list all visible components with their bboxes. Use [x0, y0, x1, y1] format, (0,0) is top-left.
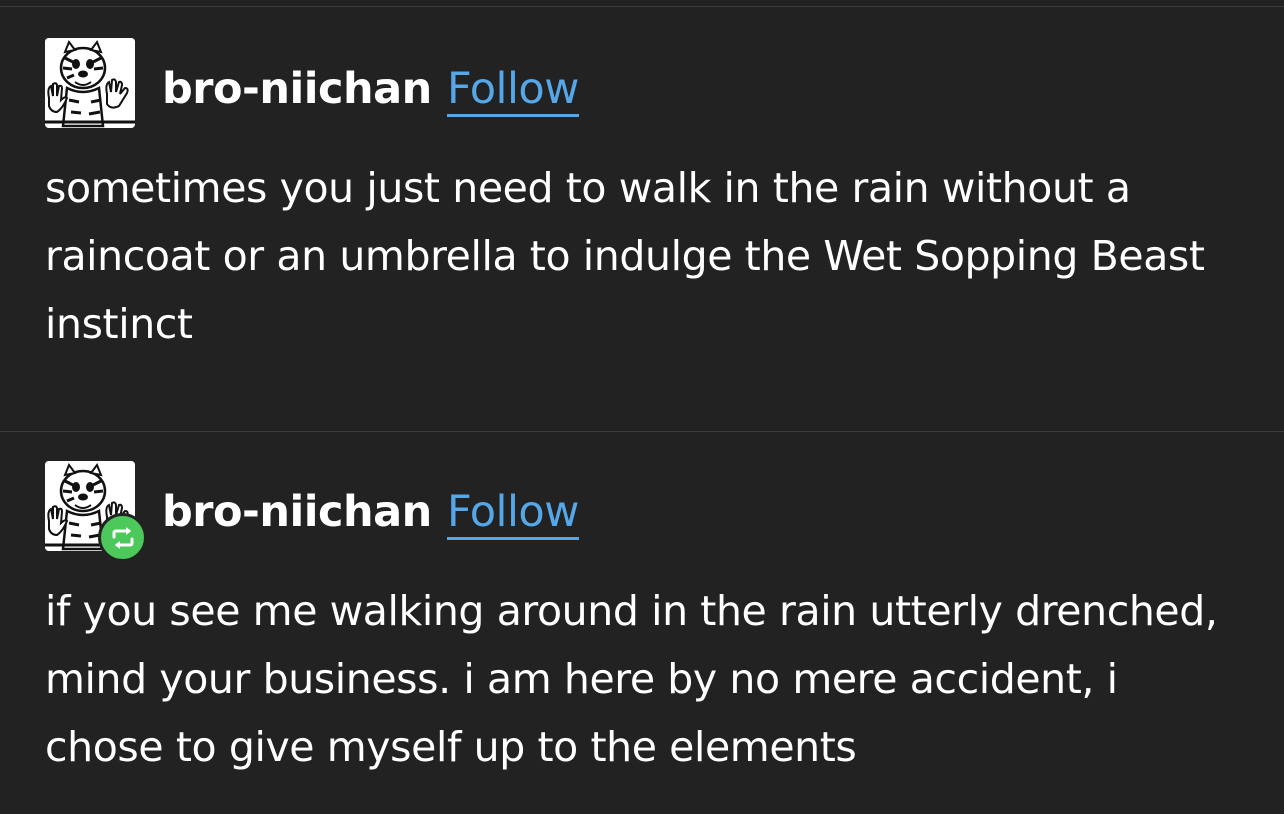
- follow-button[interactable]: Follow: [447, 64, 579, 117]
- username[interactable]: bro-niichan: [162, 487, 432, 537]
- follow-button[interactable]: Follow: [447, 487, 579, 540]
- post-body: if you see me walking around in the rain…: [45, 587, 1218, 771]
- avatar[interactable]: [45, 38, 135, 128]
- reblog-badge: [98, 513, 147, 562]
- post-header: bro-niichan Follow: [0, 461, 1284, 562]
- post: bro-niichan Follow if you see me walking…: [0, 461, 1284, 771]
- post-body: sometimes you just need to walk in the r…: [45, 164, 1205, 348]
- reblog-icon: [112, 526, 133, 549]
- post-header: bro-niichan Follow: [0, 38, 1284, 128]
- top-divider: [0, 6, 1284, 7]
- tiger-avatar-icon: [45, 38, 135, 128]
- post-divider: [0, 431, 1284, 432]
- post: bro-niichan Follow sometimes you just ne…: [0, 38, 1284, 348]
- username[interactable]: bro-niichan: [162, 64, 432, 114]
